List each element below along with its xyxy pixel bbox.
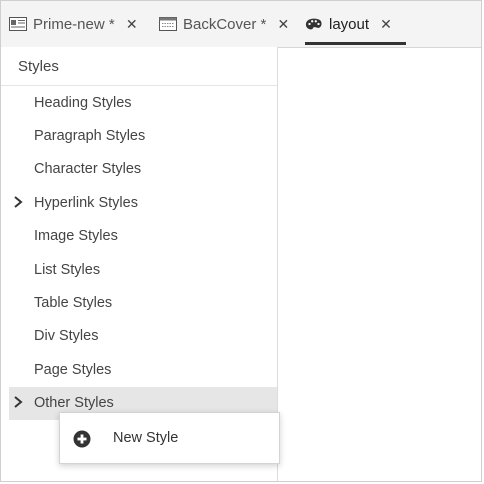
style-category-label: List Styles	[34, 261, 101, 278]
style-category-label: Other Styles	[34, 395, 114, 412]
close-icon[interactable]: ✕	[379, 16, 393, 33]
style-category-label: Page Styles	[34, 361, 112, 378]
style-category-label: Table Styles	[34, 295, 113, 312]
style-category-label: Image Styles	[34, 228, 118, 245]
menu-item-label: New Style	[113, 430, 179, 446]
chevron-right-icon[interactable]	[13, 195, 23, 211]
document-icon	[9, 17, 27, 31]
tab-layout[interactable]: layout ✕	[305, 1, 406, 47]
close-icon[interactable]: ✕	[125, 16, 139, 33]
close-icon[interactable]: ✕	[276, 16, 290, 33]
panel-title: Styles	[1, 47, 277, 86]
tab-bar: Prime-new * ✕ BackCover * ✕ layout ✕	[1, 1, 481, 48]
style-category-list[interactable]: List Styles	[1, 253, 277, 286]
style-category-image[interactable]: Image Styles	[1, 220, 277, 253]
tab-label: layout	[329, 15, 370, 33]
context-menu: New Style	[59, 412, 280, 464]
tab-label: Prime-new *	[33, 15, 115, 33]
style-category-label: Hyperlink Styles	[34, 194, 138, 211]
page-layout-icon	[159, 17, 177, 31]
tab-label: BackCover *	[183, 15, 267, 33]
style-category-character[interactable]: Character Styles	[1, 153, 277, 186]
style-category-hyperlink[interactable]: Hyperlink Styles	[1, 186, 277, 219]
tab-prime-new[interactable]: Prime-new * ✕	[9, 1, 139, 47]
palette-icon	[305, 17, 323, 31]
style-category-heading[interactable]: Heading Styles	[1, 86, 277, 119]
style-category-div[interactable]: Div Styles	[1, 320, 277, 353]
active-tab-indicator	[305, 42, 406, 45]
plus-circle-icon	[73, 430, 91, 448]
style-category-label: Div Styles	[34, 328, 99, 345]
style-category-table[interactable]: Table Styles	[1, 286, 277, 319]
style-category-label: Heading Styles	[34, 94, 132, 111]
chevron-right-icon[interactable]	[13, 395, 23, 411]
style-category-page[interactable]: Page Styles	[1, 353, 277, 386]
style-category-label: Character Styles	[34, 161, 142, 178]
tab-backcover[interactable]: BackCover * ✕	[159, 1, 290, 47]
style-category-paragraph[interactable]: Paragraph Styles	[1, 119, 277, 152]
style-category-label: Paragraph Styles	[34, 128, 146, 145]
menu-item-new-style[interactable]: New Style	[60, 413, 279, 463]
